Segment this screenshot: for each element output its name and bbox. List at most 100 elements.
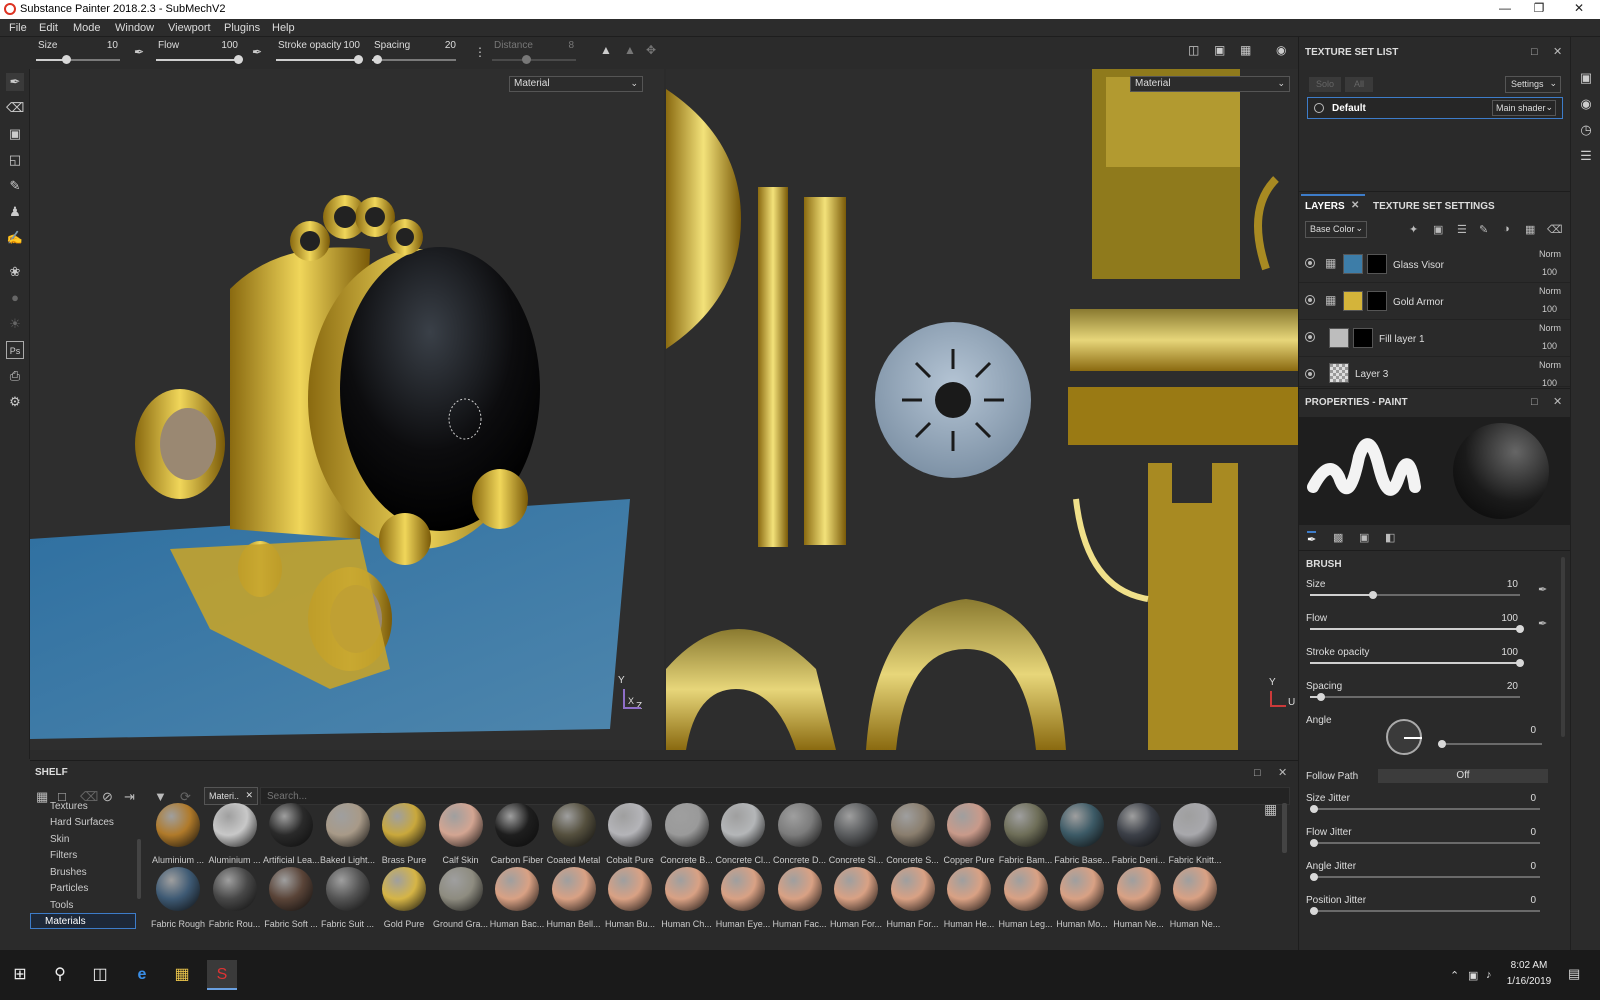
bake-icon[interactable]: ❀ [6,263,24,281]
distance-value[interactable]: 8 [544,40,574,51]
sun-icon[interactable]: ☀ [6,315,24,333]
minimize-icon[interactable]: — [1488,0,1522,19]
pen-pressure-icon[interactable]: ✒ [1538,617,1547,630]
flow-jitter-slider[interactable] [1310,839,1540,847]
material-item[interactable]: Human Bu... [602,867,658,931]
edge-browser-icon[interactable]: e [127,960,157,990]
brush-flow-slider[interactable] [1310,625,1524,633]
brush-spacing-slider[interactable] [1310,693,1520,701]
eye-icon[interactable] [1305,295,1315,305]
material-item[interactable]: Concrete Sl... [828,803,884,867]
categories-scrollbar[interactable] [137,839,141,899]
spacing-slider[interactable] [372,55,456,64]
history-icon[interactable]: ◷ [1577,121,1595,139]
search-icon[interactable]: ⚲ [45,960,75,990]
file-explorer-icon[interactable]: ▦ [167,960,197,990]
smudge-icon[interactable]: ✎ [6,177,24,195]
polygon-fill-icon[interactable]: ◱ [6,151,24,169]
category-tools[interactable]: Tools [36,898,140,914]
viewport-3d[interactable]: Material⌄ Y X Z [30,69,664,750]
all-button[interactable]: All [1345,77,1373,92]
projection-icon[interactable]: ▣ [6,125,24,143]
material-item[interactable]: Fabric Knitt... [1167,803,1223,867]
category-textures[interactable]: Textures [36,799,140,815]
material-item[interactable]: Baked Light... [320,803,376,867]
material-item[interactable]: Ground Gra... [433,867,489,931]
flow-slider[interactable] [156,55,243,64]
material-item[interactable]: Fabric Rou... [207,867,263,931]
filter-icon[interactable]: ▼ [154,789,167,804]
viewport-3d-channel-dropdown[interactable]: Material ⌄ [509,76,643,92]
material-item[interactable]: Cobalt Pure [602,803,658,867]
menu-window[interactable]: Window [115,22,154,34]
material-item[interactable]: Fabric Rough [150,867,206,931]
stroke-opacity-slider[interactable] [276,55,363,64]
blend-mode-dropdown[interactable]: Norm [1539,249,1561,259]
grid-view-icon[interactable]: ▦ [1264,801,1277,818]
photoshop-icon[interactable]: Ps [6,341,24,359]
category-brushes[interactable]: Brushes [36,865,140,881]
eye-icon[interactable] [1305,332,1315,342]
add-folder-icon[interactable]: ▦ [1525,223,1535,236]
eye-icon[interactable] [1305,369,1315,379]
layer-row[interactable]: Layer 3 Norm 100 [1299,357,1571,387]
category-materials[interactable]: Materials [30,913,136,929]
material-item[interactable]: Carbon Fiber [489,803,545,867]
paint-brush-icon[interactable]: ✒ [6,73,24,91]
channel-dropdown[interactable]: Base Color ⌄ [1305,221,1367,238]
material-item[interactable]: Human Mo... [1054,867,1110,931]
material-item[interactable]: Human For... [828,867,884,931]
substance-painter-taskbar-icon[interactable]: S [207,960,237,990]
alpha-tab-icon[interactable]: ▩ [1333,531,1343,544]
menu-help[interactable]: Help [272,22,295,34]
material-item[interactable]: Concrete D... [772,803,828,867]
material-tab-icon[interactable]: ◧ [1385,531,1395,544]
color-picker-icon[interactable]: ✍ [6,229,24,247]
material-item[interactable]: Fabric Soft ... [263,867,319,931]
material-item[interactable]: Concrete Cl... [715,803,771,867]
follow-path-toggle[interactable]: Off [1378,769,1548,783]
size-slider[interactable] [36,55,120,64]
maximize-icon[interactable]: ❐ [1522,0,1556,19]
delete-layer-icon[interactable]: ⌫ [1547,223,1563,236]
display-settings-icon[interactable]: ▣ [1577,69,1595,87]
lazy-mouse-icon[interactable]: ⋮ [474,45,486,59]
brush-angle-value[interactable]: 0 [1530,725,1536,736]
category-hard-surfaces[interactable]: Hard Surfaces [36,815,140,831]
material-item[interactable]: Fabric Bam... [998,803,1054,867]
layer-row[interactable]: ▦ Glass Visor Norm 100 [1299,246,1571,283]
properties-scrollbar[interactable] [1561,557,1565,737]
material-item[interactable]: Artificial Lea... [263,803,319,867]
layer-row[interactable]: ▦ Gold Armor Norm 100 [1299,283,1571,320]
brush-size-value[interactable]: 10 [1507,579,1518,590]
pen-pressure-icon[interactable]: ✒ [1538,583,1547,596]
material-item[interactable]: Human Bell... [546,867,602,931]
material-item[interactable]: Copper Pure [941,803,997,867]
angle-jitter-slider[interactable] [1310,873,1540,881]
add-fill-layer-icon[interactable]: ☰ [1457,223,1467,236]
undock-icon[interactable]: □ [1531,46,1538,58]
material-item[interactable]: Human Eye... [715,867,771,931]
symmetry-icon[interactable]: ▲ [600,43,612,57]
size-value[interactable]: 10 [88,40,118,51]
texture-set-visible-icon[interactable] [1314,103,1324,113]
close-panel-icon[interactable]: ✕ [1553,45,1562,58]
material-item[interactable]: Fabric Suit ... [320,867,376,931]
volume-icon[interactable]: ♪ [1486,969,1492,981]
undock-icon[interactable]: □ [1254,767,1261,779]
layer-row[interactable]: Fill layer 1 Norm 100 [1299,320,1571,357]
menu-file[interactable]: File [9,22,27,34]
blend-mode-dropdown[interactable]: Norm [1539,323,1561,333]
task-view-icon[interactable]: ◫ [85,960,115,990]
symmetry-settings-icon[interactable]: ▲ [624,43,636,57]
log-icon[interactable]: ☰ [1577,147,1595,165]
layer-opacity-value[interactable]: 100 [1542,267,1557,277]
material-item[interactable]: Human He... [941,867,997,931]
close-icon[interactable]: ✕ [1562,0,1596,19]
position-jitter-value[interactable]: 0 [1530,895,1536,906]
layer-opacity-value[interactable]: 100 [1542,378,1557,386]
materials-scrollbar[interactable] [1282,803,1287,853]
flow-jitter-value[interactable]: 0 [1530,827,1536,838]
menu-plugins[interactable]: Plugins [224,22,260,34]
eraser-icon[interactable]: ⌫ [6,99,24,117]
